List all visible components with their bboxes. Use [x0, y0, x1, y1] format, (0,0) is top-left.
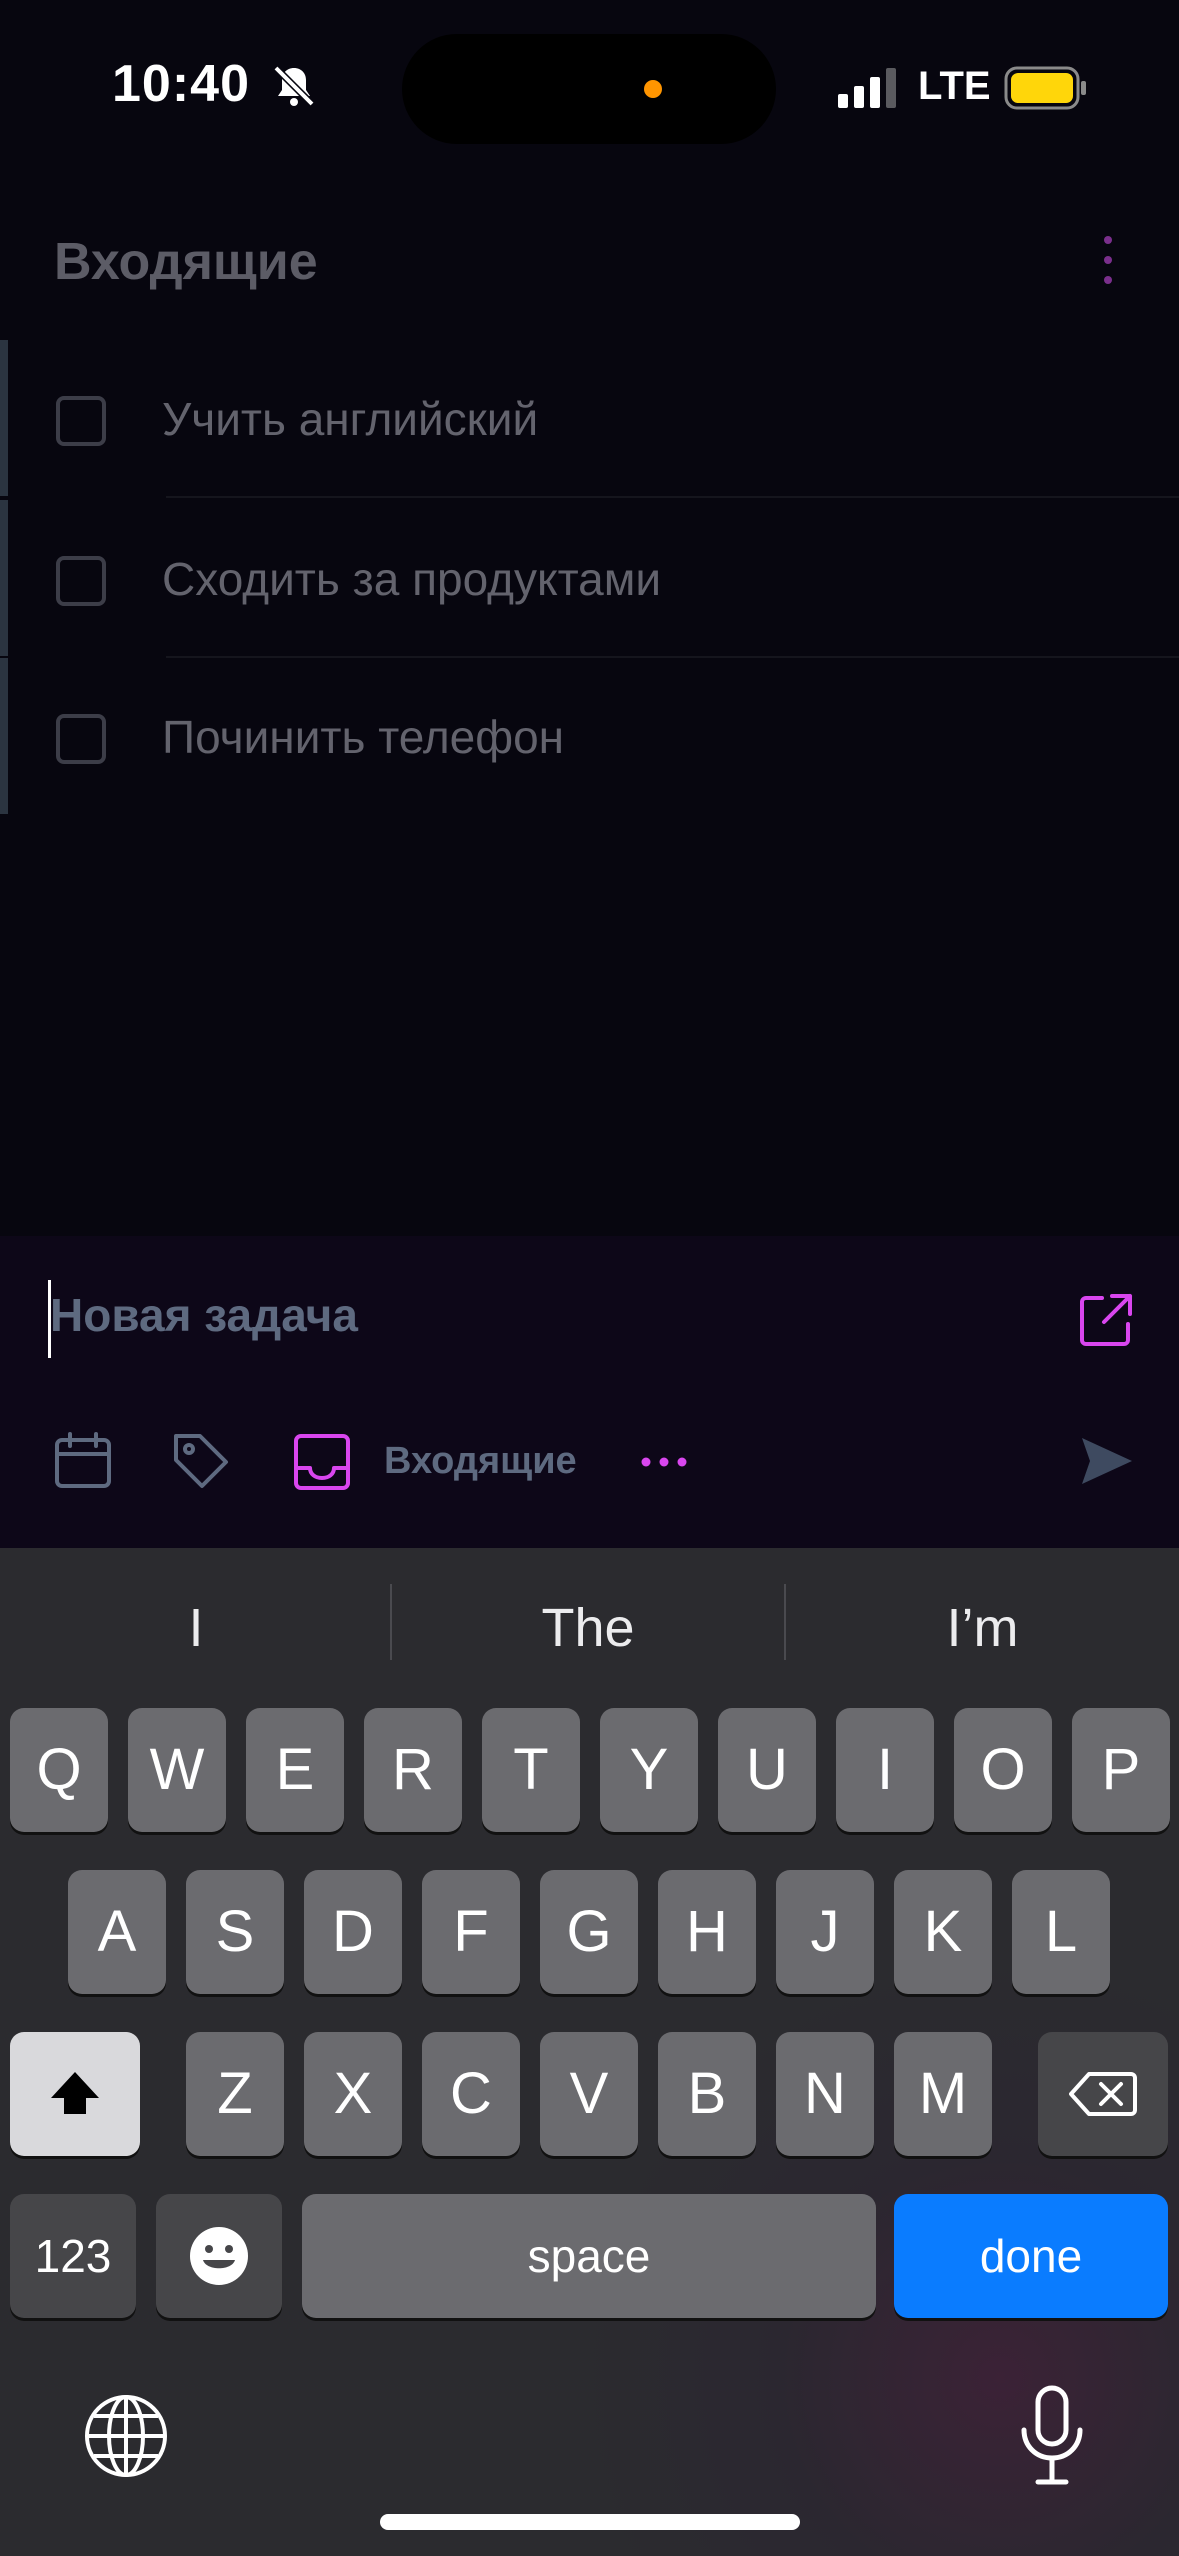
key-e[interactable]: E — [246, 1708, 344, 1832]
task-checkbox[interactable] — [56, 396, 106, 446]
key-n[interactable]: N — [776, 2032, 874, 2156]
key-v[interactable]: V — [540, 2032, 638, 2156]
key-l[interactable]: L — [1012, 1870, 1110, 1994]
task-checkbox[interactable] — [56, 714, 106, 764]
suggestion[interactable]: I’m — [786, 1588, 1179, 1668]
home-indicator[interactable] — [380, 2514, 800, 2530]
key-c[interactable]: C — [422, 2032, 520, 2156]
task-indicator — [0, 340, 8, 496]
open-external-icon[interactable] — [1078, 1292, 1134, 1348]
key-x[interactable]: X — [304, 2032, 402, 2156]
key-f[interactable]: F — [422, 1870, 520, 1994]
project-selector[interactable]: Входящие — [384, 1440, 577, 1483]
numbers-key[interactable]: 123 — [10, 2194, 136, 2318]
new-task-panel — [0, 1236, 1179, 1548]
battery-icon — [1004, 66, 1086, 110]
microphone-icon[interactable] — [1014, 2384, 1090, 2488]
shift-key[interactable] — [10, 2032, 140, 2156]
send-icon[interactable] — [1078, 1432, 1136, 1490]
status-time: 10:40 — [112, 55, 250, 113]
divider — [166, 496, 1179, 498]
backspace-icon — [1069, 2072, 1137, 2116]
key-q[interactable]: Q — [10, 1708, 108, 1832]
task-row[interactable]: Учить английский — [0, 340, 1179, 498]
task-row[interactable]: Сходить за продуктами — [0, 500, 1179, 658]
key-t[interactable]: T — [482, 1708, 580, 1832]
globe-icon[interactable] — [82, 2392, 170, 2480]
emoji-key[interactable] — [156, 2194, 282, 2318]
key-g[interactable]: G — [540, 1870, 638, 1994]
task-indicator — [0, 500, 8, 656]
key-i[interactable]: I — [836, 1708, 934, 1832]
bell-slash-icon — [273, 65, 315, 107]
key-b[interactable]: B — [658, 2032, 756, 2156]
key-h[interactable]: H — [658, 1870, 756, 1994]
key-w[interactable]: W — [128, 1708, 226, 1832]
calendar-icon[interactable] — [52, 1430, 114, 1492]
task-checkbox[interactable] — [56, 556, 106, 606]
signal-icon — [838, 68, 896, 108]
task-title: Учить английский — [162, 393, 539, 445]
key-j[interactable]: J — [776, 1870, 874, 1994]
more-horizontal-icon[interactable] — [640, 1450, 688, 1474]
network-type: LTE — [918, 64, 991, 108]
emoji-icon — [190, 2227, 248, 2285]
keyboard: I The I’m Q W E R T Y U I O P A S D F G … — [0, 1548, 1179, 2556]
page-title: Входящие — [54, 233, 318, 291]
tag-icon[interactable] — [170, 1430, 232, 1492]
task-title: Сходить за продуктами — [162, 553, 662, 605]
key-o[interactable]: O — [954, 1708, 1052, 1832]
backspace-key[interactable] — [1038, 2032, 1168, 2156]
more-vertical-icon[interactable] — [1094, 232, 1122, 288]
inbox-icon[interactable] — [292, 1432, 352, 1492]
key-d[interactable]: D — [304, 1870, 402, 1994]
key-a[interactable]: A — [68, 1870, 166, 1994]
key-s[interactable]: S — [186, 1870, 284, 1994]
task-title: Починить телефон — [162, 711, 565, 763]
key-p[interactable]: P — [1072, 1708, 1170, 1832]
key-k[interactable]: K — [894, 1870, 992, 1994]
new-task-input[interactable]: Новая задача — [50, 1288, 358, 1342]
task-row[interactable]: Починить телефон — [0, 658, 1179, 816]
key-z[interactable]: Z — [186, 2032, 284, 2156]
suggestion[interactable]: I — [0, 1588, 392, 1668]
dynamic-island — [402, 34, 776, 144]
suggestion[interactable]: The — [392, 1588, 784, 1668]
shift-icon — [51, 2072, 99, 2114]
key-r[interactable]: R — [364, 1708, 462, 1832]
done-key[interactable]: done — [894, 2194, 1168, 2318]
privacy-indicator — [644, 80, 662, 98]
task-indicator — [0, 658, 8, 814]
screen: 10:40 LTE Входящие Учить английский Сход… — [0, 0, 1179, 2556]
space-key[interactable]: space — [302, 2194, 876, 2318]
key-y[interactable]: Y — [600, 1708, 698, 1832]
key-u[interactable]: U — [718, 1708, 816, 1832]
key-m[interactable]: M — [894, 2032, 992, 2156]
